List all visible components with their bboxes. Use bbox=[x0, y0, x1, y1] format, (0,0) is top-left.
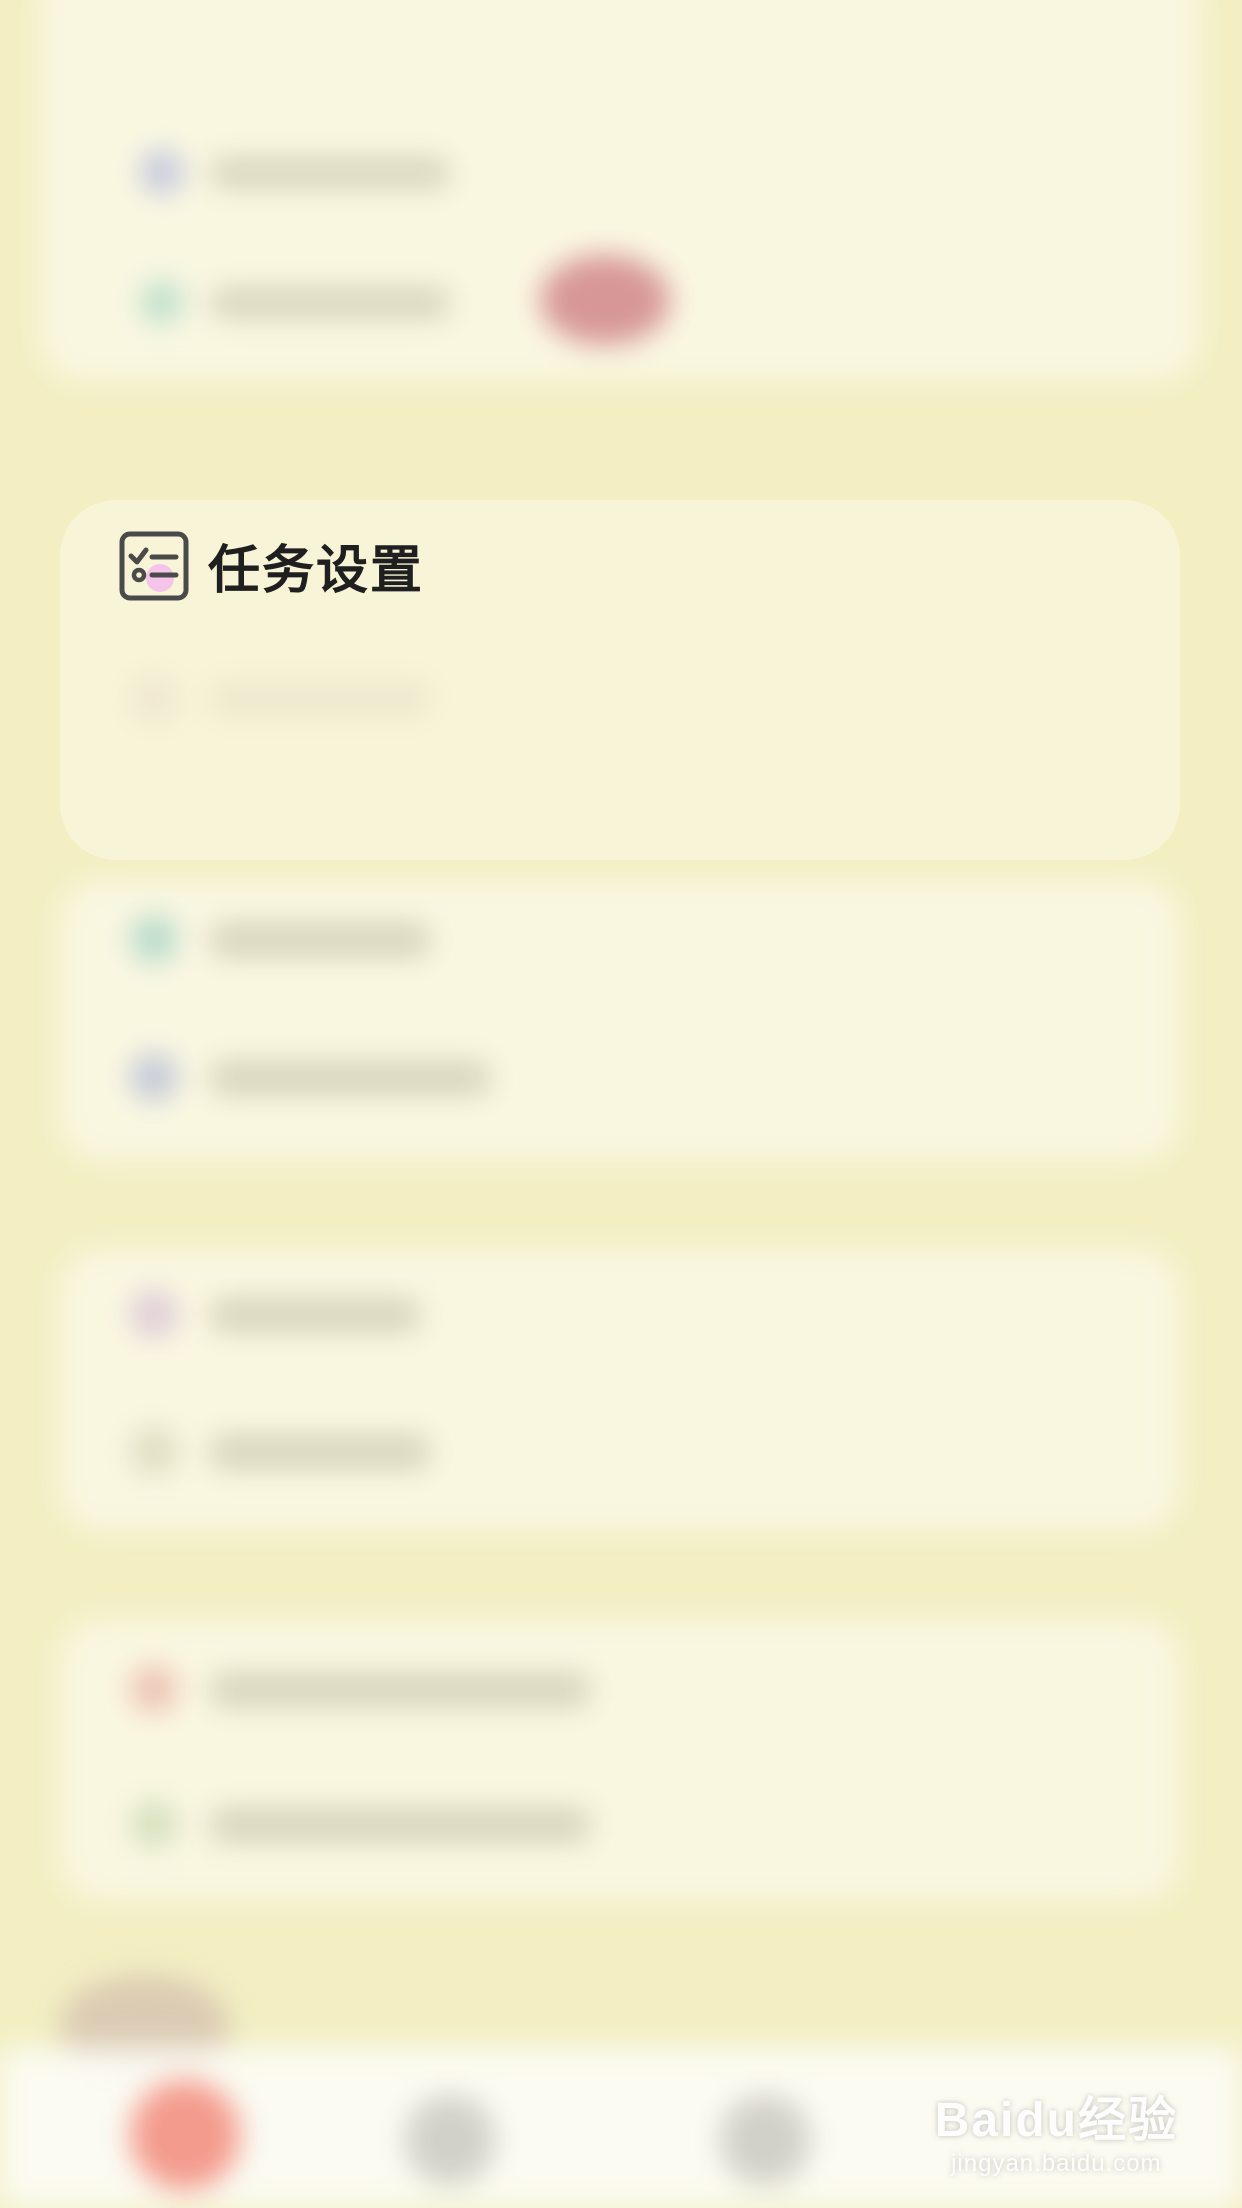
blurred-icon bbox=[130, 1290, 178, 1338]
baidu-watermark: Baidu经验 jingyan.baidu.com bbox=[935, 2080, 1178, 2178]
blurred-icon bbox=[130, 1800, 178, 1848]
blurred-card bbox=[60, 1250, 1180, 1530]
blurred-icon bbox=[140, 280, 184, 324]
task-settings-header[interactable]: 任务设置 bbox=[118, 528, 424, 603]
blurred-tab-icon bbox=[405, 2095, 495, 2185]
blurred-card bbox=[60, 880, 1180, 1160]
blurred-fab bbox=[130, 2080, 240, 2190]
blurred-icon bbox=[130, 915, 178, 963]
blurred-text bbox=[210, 1435, 430, 1469]
blurred-text bbox=[210, 923, 430, 957]
blurred-background bbox=[0, 0, 1242, 2208]
blurred-icon bbox=[130, 1053, 178, 1101]
task-settings-title: 任务设置 bbox=[208, 541, 425, 601]
blurred-icon bbox=[140, 150, 184, 194]
blurred-card bbox=[60, 1620, 1180, 1900]
blurred-icon bbox=[130, 1427, 178, 1475]
watermark-brand: Baidu经验 bbox=[934, 2094, 1178, 2147]
blurred-text bbox=[210, 158, 450, 188]
blurred-text bbox=[210, 1808, 590, 1842]
watermark-url: jingyan.baidu.com bbox=[951, 2150, 1162, 2177]
blurred-text bbox=[210, 288, 450, 318]
blurred-toggle bbox=[540, 255, 670, 345]
blurred-text bbox=[210, 1061, 490, 1095]
blurred-text bbox=[210, 1673, 590, 1707]
checklist-icon bbox=[119, 531, 189, 600]
blurred-tab-icon bbox=[720, 2095, 810, 2185]
blurred-icon bbox=[130, 1665, 178, 1713]
blurred-text bbox=[210, 1298, 420, 1332]
